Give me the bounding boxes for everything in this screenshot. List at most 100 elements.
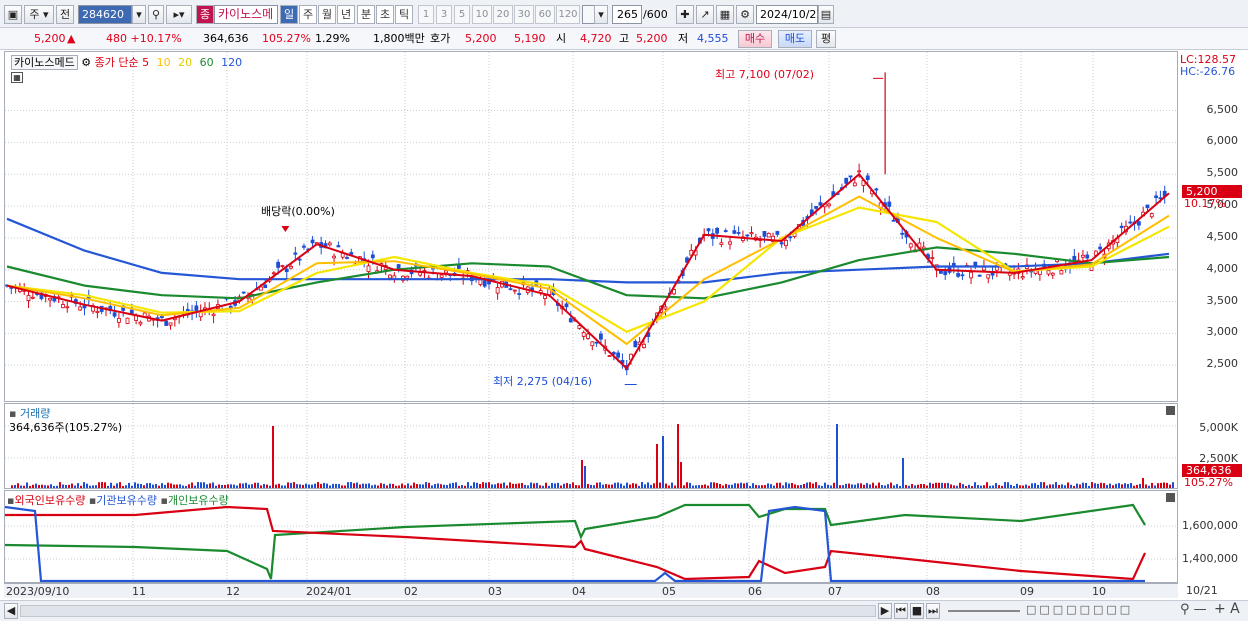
candle-body [194,305,199,312]
volume-bar [806,482,808,488]
individual-line [5,503,1146,580]
volume-bar [479,484,481,488]
candle-body [302,245,306,248]
trade-amount: 1,800백만 [373,32,425,45]
layout-icon[interactable]: ▣ [4,5,22,24]
volume-bar [275,484,277,488]
volume-bar [986,482,988,488]
volume-bar [572,482,574,488]
volume-bar [668,485,670,488]
search-icon[interactable]: ⚲ [148,5,164,24]
stock-code-input[interactable]: 284620 [78,5,132,24]
volume-value-text: 364,636주(105.27%) [9,421,123,434]
interval-5[interactable]: 5 [454,5,470,24]
count-input[interactable]: 265 [612,5,642,24]
crosshair-icon[interactable]: ✚ [676,5,694,24]
zoom-slider[interactable] [948,610,1020,612]
candle-body [581,332,586,337]
volume-bar [941,482,943,488]
period-year[interactable]: 년 [337,5,355,24]
period-tick[interactable]: 틱 [395,5,413,24]
volume-bar [1082,482,1084,488]
volume-bar [59,482,61,488]
volume-bar [422,484,424,488]
period-minute[interactable]: 분 [357,5,375,24]
volume-pane[interactable]: ▪ 거래량 364,636주(105.27%) [4,403,1179,490]
interval-3[interactable]: 3 [436,5,452,24]
volume-bar [248,484,250,488]
volume-bar [698,485,700,488]
market-select[interactable]: 주 ▾ [24,5,54,24]
zoom-in-icon[interactable]: + A [1214,601,1240,617]
legend-gear-icon[interactable]: ⚙ [81,56,91,69]
fast-forward-icon[interactable]: ⏭ [926,603,940,619]
code-dropdown-icon[interactable]: ▾ [132,5,146,24]
volume-bar [389,483,391,488]
turnover-rate: 1.29% [315,32,350,45]
volume-bar [509,482,511,488]
eval-button[interactable]: 평 [816,30,836,48]
table-icon[interactable]: ▦ [11,72,23,83]
volume-bar [1040,482,1042,488]
candle-body [168,322,173,326]
interval-120[interactable]: 120 [556,5,580,24]
stop-icon[interactable]: ■ [910,603,924,619]
volume-bar [41,484,43,488]
volume-bar [629,484,631,488]
sell-button[interactable]: 매도 [778,30,812,48]
period-second[interactable]: 초 [376,5,394,24]
interval-30[interactable]: 30 [514,5,534,24]
holdings-pane[interactable]: ▪외국인보유수량 ▪기관보유수량 ▪개인보유수량 [4,490,1179,584]
volume-bar [311,484,313,488]
gear-icon[interactable]: ⚙ [736,5,754,24]
scroll-left-icon[interactable]: ◀ [4,603,18,619]
prev-button[interactable]: 전 [56,5,74,24]
x-label: 02 [404,585,418,598]
chart-type-icon[interactable]: ↗ [696,5,714,24]
custom-interval-dropdown-icon[interactable]: ▾ [594,5,608,24]
candle-body [590,341,595,347]
volume-bar [134,482,136,488]
volume-bar [143,485,145,488]
calendar-icon[interactable]: ▤ [818,5,834,24]
interval-60[interactable]: 60 [535,5,555,24]
interval-20[interactable]: 20 [493,5,513,24]
candle-body [706,228,711,232]
scroll-track[interactable] [20,605,876,617]
volume-bar [722,485,724,488]
volume-bar [1112,485,1114,488]
volume-bar [641,482,643,488]
holdings-close-icon[interactable] [1166,493,1175,502]
price-tick-label: 4,500 [1206,229,1239,243]
period-month[interactable]: 월 [318,5,336,24]
volume-bar [551,482,553,488]
volume-close-icon[interactable] [1166,406,1175,415]
scroll-right-icon[interactable]: ▶ [878,603,892,619]
volume-bar [926,485,928,488]
period-week[interactable]: 주 [299,5,317,24]
legend-stock-name[interactable]: 카이노스메드 [11,55,78,70]
stock-name[interactable]: 카이노스메 [214,5,278,24]
period-day[interactable]: 일 [280,5,298,24]
sound-icon[interactable]: ▸▾ [166,5,192,24]
toolbox-icons[interactable]: □□□□□□□□ [1026,603,1176,619]
candle-body [95,310,100,313]
volume-bar [371,485,373,488]
interval-1[interactable]: 1 [418,5,434,24]
holdings-tick-1400000: 1,400,000 [1182,552,1238,565]
volume-bar [653,483,655,488]
zoom-out-icon[interactable]: ⚲ — [1180,602,1207,617]
x-label: 12 [226,585,240,598]
price-pane[interactable]: 카이노스메드 ⚙ 종가 단순 5 10 20 60 120 ▦ 배당락(0.00… [4,51,1179,403]
buy-button[interactable]: 매수 [738,30,772,48]
scrollbar[interactable]: ◀ ▶ ⏮ ■ ⏭ □□□□□□□□ ⚲ — + A [0,600,1248,621]
date-input[interactable]: 2024/10/21 [756,5,823,24]
volume-bar [257,482,259,488]
volume-bar [836,424,838,488]
rewind-icon[interactable]: ⏮ [894,603,908,619]
save-icon[interactable]: ▦ [716,5,734,24]
interval-10[interactable]: 10 [472,5,492,24]
volume-bar [1151,482,1153,488]
candle-body [719,242,724,245]
volume-bar [1070,484,1072,488]
